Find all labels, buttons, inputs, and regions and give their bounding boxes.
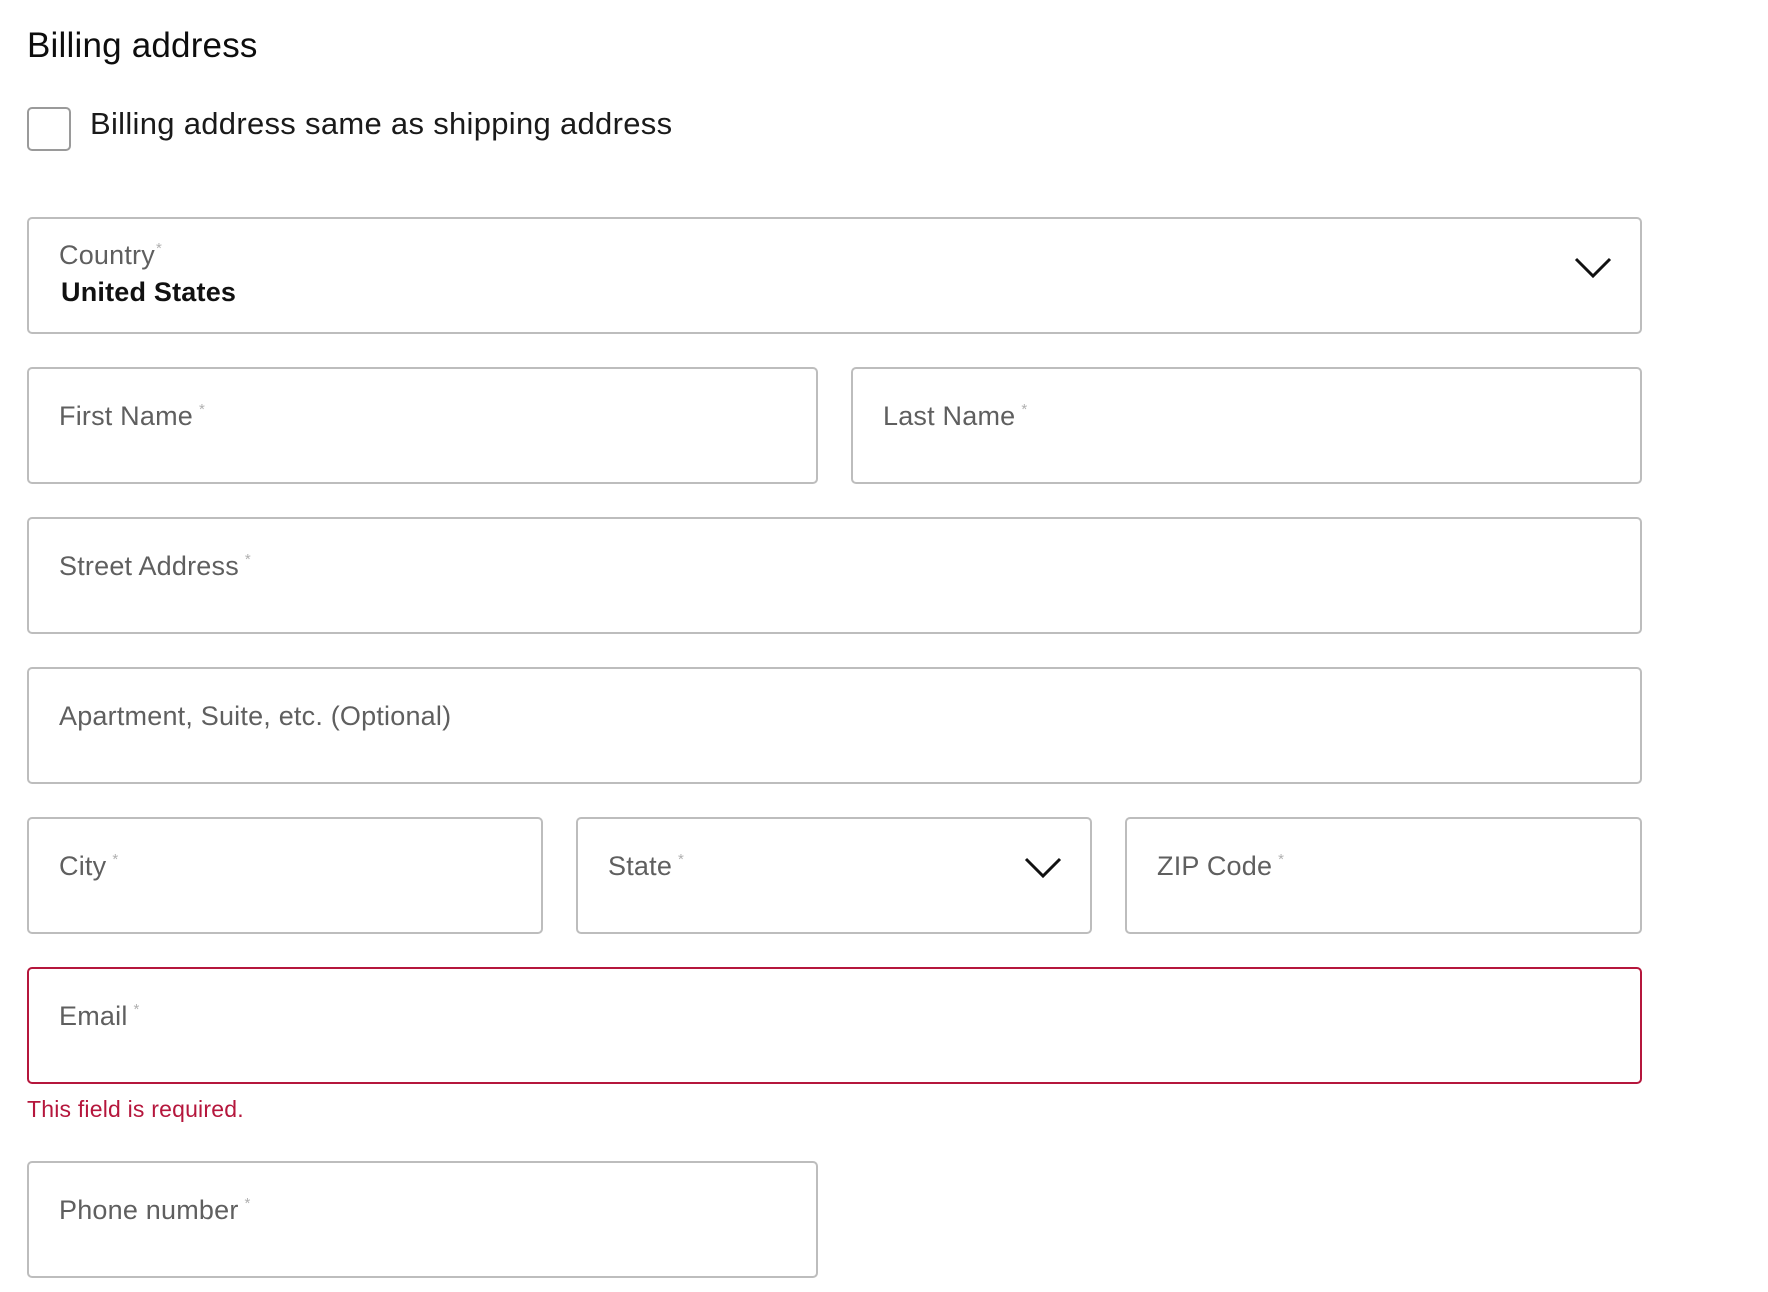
zip-code-field[interactable]: ZIP Code * (1125, 817, 1642, 934)
apartment-label: Apartment, Suite, etc. (Optional) (59, 701, 452, 731)
zip-code-label: ZIP Code * (1157, 851, 1285, 881)
country-label: Country* (59, 240, 162, 270)
state-select[interactable]: State * (576, 817, 1092, 934)
first-name-field[interactable]: First Name * (27, 367, 818, 484)
chevron-down-icon[interactable] (1574, 257, 1612, 279)
email-error-message: This field is required. (27, 1096, 244, 1122)
apartment-field[interactable]: Apartment, Suite, etc. (Optional) (27, 667, 1642, 784)
required-mark: * (1278, 851, 1285, 868)
required-mark: * (244, 1195, 251, 1212)
state-label: State * (608, 851, 685, 881)
required-mark: * (244, 551, 251, 568)
section-title: Billing address (27, 26, 258, 65)
city-field[interactable]: City * (27, 817, 543, 934)
required-mark: * (199, 401, 206, 418)
required-mark: * (1021, 401, 1028, 418)
first-name-label: First Name * (59, 401, 206, 431)
city-label: City * (59, 851, 119, 881)
phone-number-field[interactable]: Phone number * (27, 1161, 818, 1278)
same-as-shipping-row[interactable]: Billing address same as shipping address (27, 106, 672, 151)
last-name-field[interactable]: Last Name * (851, 367, 1642, 484)
country-select[interactable]: Country* United States (27, 217, 1642, 334)
street-address-label: Street Address * (59, 551, 251, 581)
email-field[interactable]: Email * (27, 967, 1642, 1084)
country-value: United States (61, 277, 237, 307)
same-as-shipping-checkbox[interactable] (27, 107, 71, 151)
required-mark: * (112, 851, 119, 868)
required-mark: * (155, 240, 162, 257)
phone-number-label: Phone number * (59, 1195, 251, 1225)
email-label: Email * (59, 1001, 140, 1031)
same-as-shipping-label[interactable]: Billing address same as shipping address (90, 106, 672, 142)
required-mark: * (678, 851, 685, 868)
chevron-down-icon[interactable] (1024, 857, 1062, 879)
billing-address-form: Billing address Billing address same as … (0, 0, 1768, 1292)
last-name-label: Last Name * (883, 401, 1028, 431)
street-address-field[interactable]: Street Address * (27, 517, 1642, 634)
required-mark: * (133, 1001, 140, 1018)
